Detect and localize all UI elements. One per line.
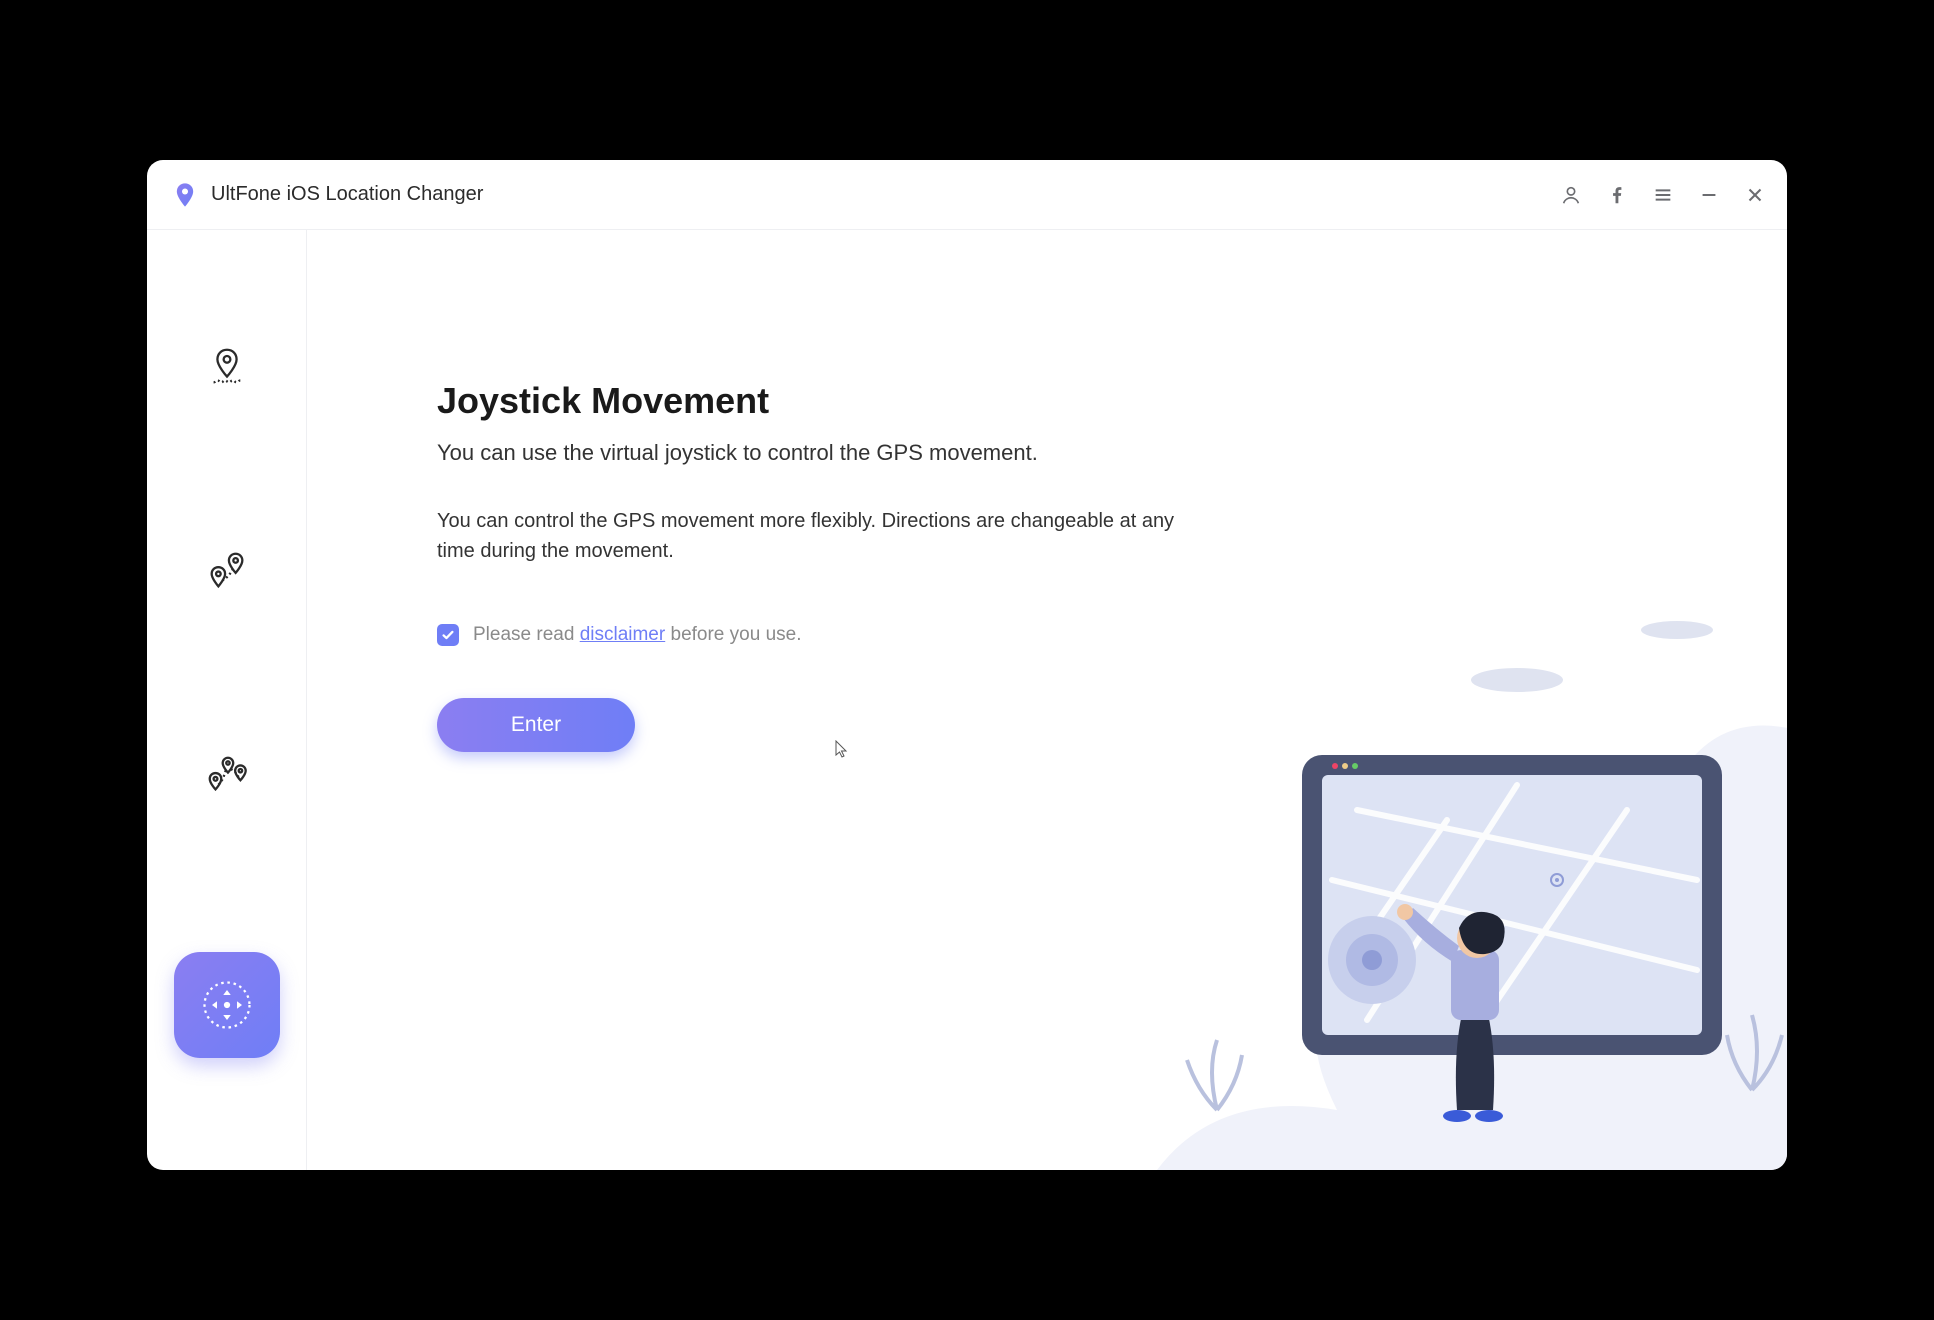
facebook-icon[interactable] <box>1603 181 1631 209</box>
cursor-icon <box>835 740 849 763</box>
app-title: UltFone iOS Location Changer <box>211 183 483 206</box>
minimize-button[interactable] <box>1695 181 1723 209</box>
close-button[interactable] <box>1741 181 1769 209</box>
disclaimer-checkbox[interactable] <box>437 624 459 646</box>
sidebar <box>147 230 307 1170</box>
page-heading: Joystick Movement <box>437 380 1787 422</box>
titlebar: UltFone iOS Location Changer <box>147 160 1787 230</box>
account-icon[interactable] <box>1557 181 1585 209</box>
main-content: Joystick Movement You can use the virtua… <box>307 230 1787 1170</box>
sidebar-item-multi-spot[interactable] <box>200 748 254 802</box>
app-window: UltFone iOS Location Changer <box>147 160 1787 1170</box>
enter-button[interactable]: Enter <box>437 698 635 752</box>
app-logo: UltFone iOS Location Changer <box>171 181 483 209</box>
page-description: You can control the GPS movement more fl… <box>437 506 1197 566</box>
disclaimer-suffix: before you use. <box>665 624 801 645</box>
sidebar-item-single-spot[interactable] <box>200 544 254 598</box>
disclaimer-row: Please read disclaimer before you use. <box>437 624 1787 646</box>
disclaimer-prefix: Please read <box>473 624 580 645</box>
page-subheading: You can use the virtual joystick to cont… <box>437 440 1197 466</box>
sidebar-item-joystick[interactable] <box>174 952 280 1058</box>
disclaimer-link[interactable]: disclaimer <box>580 624 666 645</box>
menu-icon[interactable] <box>1649 181 1677 209</box>
app-body: Joystick Movement You can use the virtua… <box>147 230 1787 1170</box>
logo-icon <box>171 181 199 209</box>
titlebar-actions <box>1557 181 1769 209</box>
sidebar-item-change-location[interactable] <box>200 340 254 394</box>
disclaimer-text: Please read disclaimer before you use. <box>473 624 801 646</box>
